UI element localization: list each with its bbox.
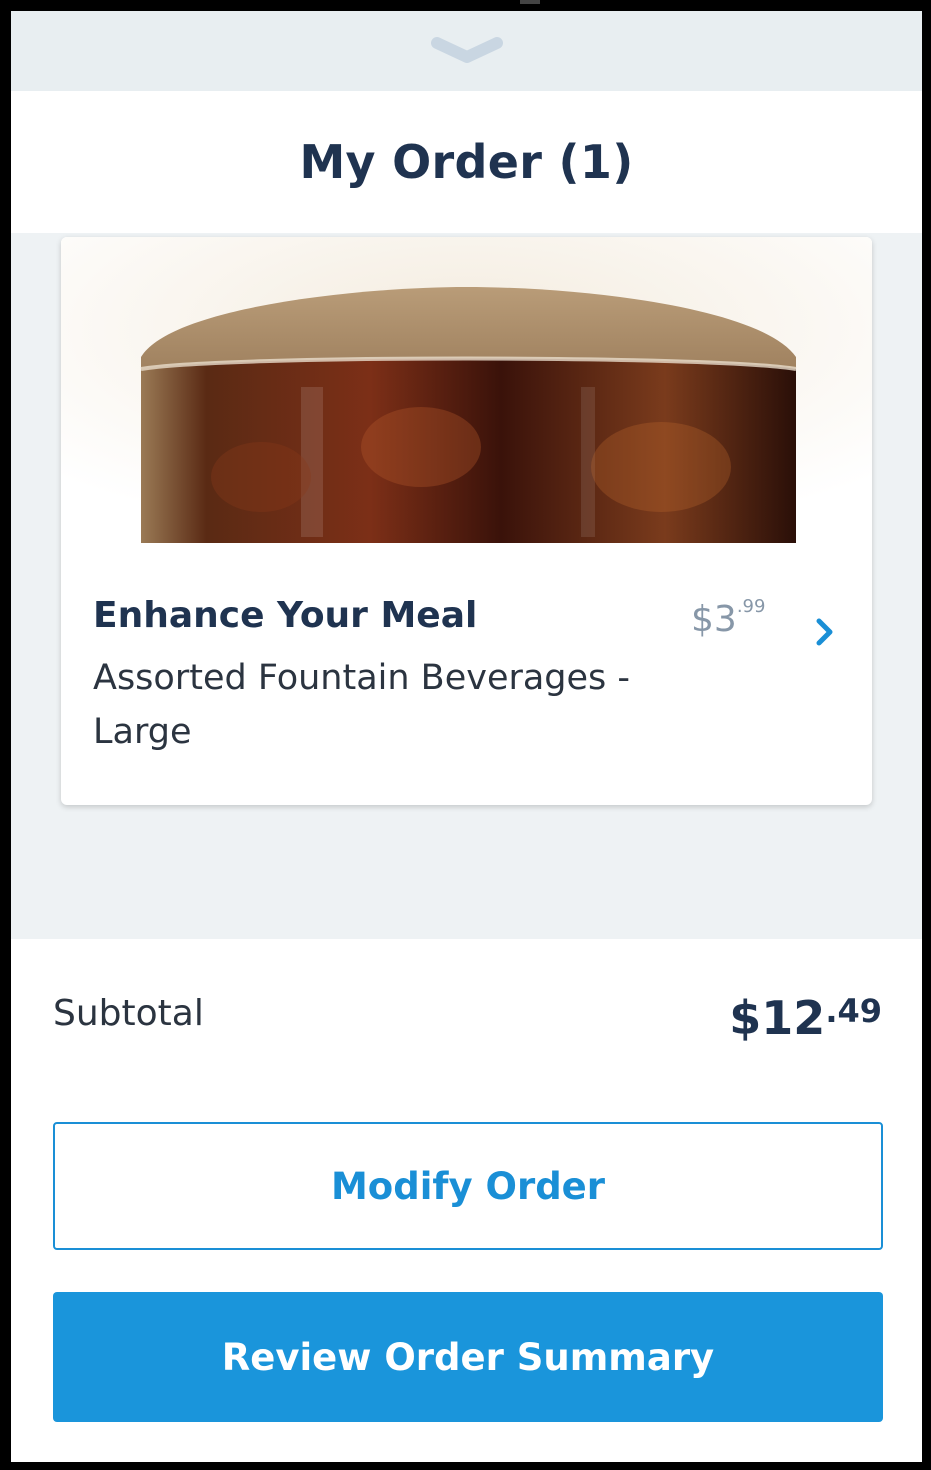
order-header: My Order (1)	[11, 91, 922, 233]
item-price-dollars: $3	[691, 599, 737, 640]
subtotal-value: $12.49	[729, 991, 882, 1045]
page-title: My Order (1)	[299, 135, 634, 189]
item-description: Assorted Fountain Beverages - Large	[93, 658, 631, 752]
item-price: $3.99	[691, 596, 766, 640]
modify-order-button[interactable]: Modify Order	[53, 1122, 883, 1250]
item-title: Enhance Your Meal	[93, 595, 478, 636]
subtotal-cents: .49	[825, 992, 882, 1030]
item-price-cents: .99	[736, 596, 766, 617]
fountain-beverage-photo	[61, 237, 872, 543]
order-footer: Subtotal $12.49 Modify Order Review Orde…	[11, 939, 922, 1462]
order-item-card[interactable]: Enhance Your Meal Assorted Fountain Beve…	[61, 237, 872, 805]
chevron-right-icon[interactable]	[815, 617, 835, 647]
review-order-summary-button[interactable]: Review Order Summary	[53, 1292, 883, 1422]
order-item-list: Enhance Your Meal Assorted Fountain Beve…	[11, 233, 922, 939]
status-bar-notch	[520, 0, 540, 4]
subtotal-label: Subtotal	[53, 993, 204, 1034]
subtotal-dollars: $12	[729, 991, 826, 1045]
chevron-down-icon[interactable]	[431, 35, 503, 69]
order-sheet: My Order (1) Enhance Your Meal Assorted …	[11, 11, 922, 1462]
sheet-handle[interactable]	[11, 11, 922, 91]
